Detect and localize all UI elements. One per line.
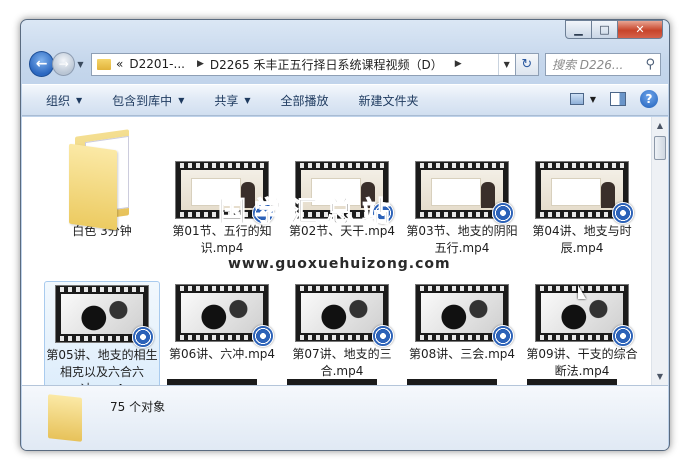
media-player-icon <box>132 326 154 348</box>
chevron-down-icon: ▼ <box>244 95 251 105</box>
media-player-icon <box>492 325 514 347</box>
address-dropdown-icon[interactable]: ▼ <box>497 53 515 75</box>
list-item[interactable]: 第06讲、六冲.mp4 <box>164 284 280 363</box>
organize-label: 组织 <box>46 93 71 108</box>
media-player-icon <box>252 325 274 347</box>
item-label: 第05讲、地支的相生相克以及六合六冲.mp4 <box>46 348 158 385</box>
details-pane: 75 个对象 <box>22 385 668 450</box>
view-dropdown-icon[interactable]: ▼ <box>590 95 596 104</box>
media-player-icon <box>492 202 514 224</box>
list-item[interactable]: 第08讲、三会.mp4 <box>404 284 520 363</box>
close-button[interactable]: ✕ <box>618 20 663 39</box>
item-label: 第08讲、三会.mp4 <box>408 347 516 361</box>
list-item[interactable]: 第03节、地支的阴阳五行.mp4 <box>404 161 520 257</box>
file-list: 白色 3分钟 第01节、五行的知识.mp4 第02节、天干.mp4 第03节、地… <box>22 117 668 385</box>
organize-menu[interactable]: 组织 ▼ <box>46 92 82 109</box>
video-thumbnail-icon <box>175 284 274 347</box>
breadcrumb-item-current[interactable]: D2265 禾丰正五行择日系统课程视频（D） <box>210 56 443 73</box>
list-item[interactable]: 白色 3分钟 <box>44 125 160 240</box>
recent-pages-dropdown[interactable]: ▼ <box>77 60 87 69</box>
include-in-library-label: 包含到库中 <box>112 93 173 108</box>
item-label: 第07讲、地支的三合.mp4 <box>292 347 392 378</box>
chevron-down-icon: ▼ <box>76 95 83 105</box>
video-thumbnail-icon <box>55 285 154 348</box>
breadcrumb-item-parent[interactable]: D2201-... <box>129 57 185 71</box>
window-controls: ▁ □ ✕ <box>565 20 663 39</box>
scroll-down-icon[interactable]: ▼ <box>652 368 668 385</box>
video-thumbnail-icon <box>535 161 634 224</box>
maximize-button[interactable]: □ <box>592 20 618 39</box>
video-thumbnail-icon <box>295 284 394 347</box>
forward-button[interactable]: → <box>52 52 76 76</box>
mouse-cursor-icon <box>578 285 586 299</box>
new-folder-button[interactable]: 新建文件夹 <box>359 92 419 109</box>
view-controls: ▼ ? <box>556 90 658 108</box>
change-view-icon[interactable] <box>569 93 584 105</box>
folder-icon <box>48 394 82 442</box>
watermark-text: 国学汇总站 <box>217 195 399 229</box>
breadcrumb-separator-icon[interactable]: ▶ <box>197 59 204 69</box>
item-count: 75 个对象 <box>110 400 166 414</box>
video-thumbnail-icon <box>415 284 514 347</box>
scroll-up-icon[interactable]: ▲ <box>652 117 668 134</box>
search-input[interactable]: 搜索 D226... ⚲ <box>544 52 662 76</box>
share-menu[interactable]: 共享 ▼ <box>214 92 250 109</box>
help-icon[interactable]: ? <box>640 90 658 108</box>
folder-icon <box>67 125 137 231</box>
back-button[interactable]: ← <box>29 51 55 77</box>
list-item[interactable]: 第04讲、地支与时辰.mp4 <box>524 161 640 257</box>
list-item-selected[interactable]: 第05讲、地支的相生相克以及六合六冲.mp4 <box>44 281 160 385</box>
minimize-button[interactable]: ▁ <box>565 20 592 39</box>
breadcrumb-overflow[interactable]: « <box>116 57 123 71</box>
navigation-bar: ← → ▼ « D2201-... ▶ D2265 禾丰正五行择日系统课程视频（… <box>29 50 662 78</box>
media-player-icon <box>612 325 634 347</box>
watermark-url: www.guoxuehuizong.com <box>228 256 451 272</box>
item-label: 第06讲、六冲.mp4 <box>168 347 276 361</box>
share-label: 共享 <box>214 93 239 108</box>
refresh-button[interactable]: ↻ <box>515 52 539 76</box>
folder-icon <box>97 58 112 70</box>
media-player-icon <box>612 202 634 224</box>
breadcrumb-separator-icon[interactable]: ▶ <box>455 59 462 69</box>
chevron-down-icon: ▼ <box>178 95 185 105</box>
play-all-button[interactable]: 全部播放 <box>281 92 329 109</box>
item-label: 第04讲、地支与时辰.mp4 <box>532 224 632 255</box>
search-icon[interactable]: ⚲ <box>645 57 655 72</box>
scrollbar-thumb[interactable] <box>654 136 666 160</box>
video-thumbnail-icon <box>415 161 514 224</box>
list-item[interactable]: 第07讲、地支的三合.mp4 <box>284 284 400 380</box>
preview-pane-icon[interactable] <box>610 92 626 106</box>
include-in-library-menu[interactable]: 包含到库中 ▼ <box>112 92 184 109</box>
item-label: 第09讲、干支的综合断法.mp4 <box>526 347 638 378</box>
search-placeholder: 搜索 D226... <box>551 57 624 72</box>
media-player-icon <box>372 325 394 347</box>
explorer-window: ▁ □ ✕ ← → ▼ « D2201-... ▶ D2265 禾丰正五行择日系… <box>20 19 670 451</box>
item-label: 第03节、地支的阴阳五行.mp4 <box>406 224 518 255</box>
address-bar[interactable]: « D2201-... ▶ D2265 禾丰正五行择日系统课程视频（D） ▶ ▼ <box>91 52 516 76</box>
vertical-scrollbar[interactable]: ▲ ▼ <box>651 117 668 385</box>
command-bar: 组织 ▼ 包含到库中 ▼ 共享 ▼ 全部播放 新建文件夹 ▼ ? <box>22 84 668 116</box>
